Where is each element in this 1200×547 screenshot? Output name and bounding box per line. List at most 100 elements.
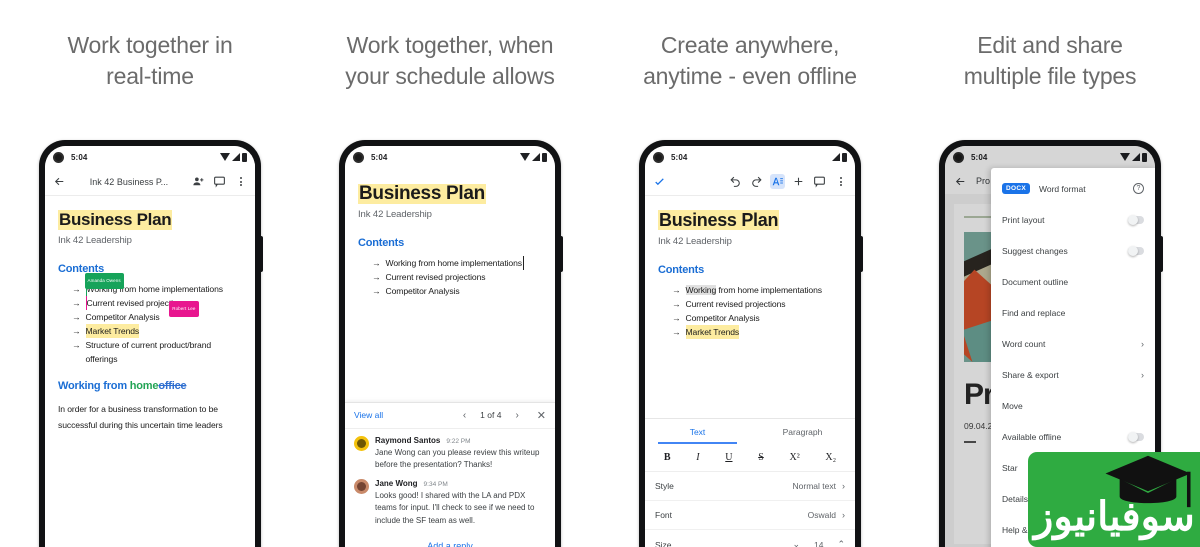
arrow-bullet-icon: → (672, 299, 681, 309)
document-title[interactable]: Ink 42 Business P... (73, 177, 185, 187)
arrow-bullet-icon: → (72, 326, 81, 336)
menu-item-share-and-export[interactable]: Share & export › (991, 359, 1155, 390)
row-font[interactable]: Font Oswald › (645, 501, 855, 530)
menu-item-label: Move (1002, 400, 1023, 411)
arrow-bullet-icon: → (672, 285, 681, 295)
menu-item-label: Available offline (1002, 431, 1062, 442)
menu-item-suggest-changes[interactable]: Suggest changes (991, 235, 1155, 266)
list-item-label: Amanda Owens Working from home implementa… (84, 273, 223, 296)
subscript-button[interactable]: X₂ (825, 452, 836, 463)
superscript-button[interactable]: X² (789, 452, 799, 463)
tab-paragraph[interactable]: Paragraph (750, 419, 855, 444)
view-all-button[interactable]: View all (354, 410, 383, 420)
list-item: → Competitor Analysis (672, 311, 842, 325)
checkmark-icon[interactable] (652, 174, 667, 189)
italic-button[interactable]: I (696, 452, 699, 463)
phone-mockup-2: 5:04 Business Plan Ink 42 Leadership Con… (339, 140, 563, 547)
menu-row-word-format[interactable]: DOCX Word format ? (991, 173, 1155, 204)
redo-icon[interactable] (749, 174, 764, 189)
menu-item-label: Find and replace (1002, 307, 1066, 318)
menu-item-move[interactable]: Move (991, 390, 1155, 421)
menu-row-control: › (1141, 339, 1144, 349)
arrow-bullet-icon: → (72, 340, 81, 350)
status-time: 5:04 (371, 152, 388, 162)
chevron-down-icon[interactable]: ⌄ (792, 539, 800, 547)
text-format-icon[interactable] (770, 174, 785, 189)
list-item: → Market Trends (672, 325, 842, 339)
chevron-right-icon: › (842, 481, 845, 491)
menu-row-control[interactable] (1128, 214, 1144, 225)
toggle-switch[interactable] (1128, 431, 1144, 442)
comment-body: Jane Wong can you please review this wri… (375, 447, 540, 470)
tab-indicator (657, 442, 738, 444)
chevron-right-icon: › (1141, 369, 1144, 380)
add-reply-button[interactable]: Add a reply (345, 534, 555, 547)
overflow-menu-icon[interactable] (833, 174, 848, 189)
chevron-left-icon[interactable]: ‹ (463, 410, 466, 421)
overflow-menu-icon[interactable] (233, 174, 248, 189)
tab-text[interactable]: Text (645, 419, 750, 444)
list-item-text: Working from home implementations (385, 256, 524, 270)
doc-heading-1: Business Plan (358, 183, 486, 204)
doc-contents-heading: Contents (658, 264, 705, 276)
promo-screenshot-strip: Work together in real-time 5:04 Ink 42 B… (0, 0, 1200, 547)
document-body[interactable]: Business Plan Ink 42 Leadership Contents… (45, 196, 255, 547)
menu-row-control[interactable] (1128, 431, 1144, 442)
signal-icon (832, 153, 840, 161)
menu-row-control[interactable] (1128, 245, 1144, 256)
row-style[interactable]: Style Normal text › (645, 472, 855, 501)
menu-item-available-offline[interactable]: Available offline (991, 421, 1155, 452)
undo-icon[interactable] (728, 174, 743, 189)
row-value: Oswald › (808, 510, 845, 520)
phone-mockup-1: 5:04 Ink 42 Business P... Business Plan … (39, 140, 263, 547)
list-item-text: Market Trends (685, 325, 740, 339)
camera-punch-hole (353, 151, 364, 163)
close-icon[interactable]: ✕ (537, 409, 546, 422)
comment-icon[interactable] (812, 174, 827, 189)
selected-word: Working (685, 285, 717, 295)
file-format-badge: DOCX (1002, 183, 1030, 194)
text-style-buttons: B I U S X² X₂ (645, 444, 855, 472)
phone-screen-2: 5:04 Business Plan Ink 42 Leadership Con… (345, 146, 555, 547)
card-collaborate-realtime: Work together in real-time 5:04 Ink 42 B… (0, 0, 300, 547)
doc-contents-list: → Amanda Owens Working from home implemen… (58, 273, 242, 366)
menu-item-word-count[interactable]: Word count › (991, 328, 1155, 359)
collaborator-tag: Amanda Owens (84, 273, 124, 289)
format-tabs: Text Paragraph (645, 419, 855, 444)
comment-header: Jane Wong 9:34 PM (375, 479, 546, 488)
bold-button[interactable]: B (664, 452, 671, 463)
list-item-label: Robert Lee Current revised projections (85, 296, 199, 317)
comment-time: 9:34 PM (423, 480, 448, 488)
add-person-icon[interactable] (191, 174, 206, 189)
menu-item-document-outline[interactable]: Document outline (991, 266, 1155, 297)
section-heading-deletion: office (158, 380, 187, 392)
collaborator-tag: Robert Lee (169, 301, 199, 317)
list-item-text: Market Trends (85, 324, 140, 338)
status-icons (832, 152, 847, 162)
card-title: Work together, when your schedule allows (345, 32, 555, 89)
toggle-switch[interactable] (1128, 214, 1144, 225)
back-arrow-icon[interactable] (52, 174, 67, 189)
plus-icon[interactable] (791, 174, 806, 189)
menu-item-find-and-replace[interactable]: Find and replace (991, 297, 1155, 328)
menu-item-label: Print layout (1002, 214, 1045, 225)
help-icon[interactable]: ? (1133, 183, 1144, 194)
list-item: → Competitor Analysis (72, 310, 242, 324)
toggle-switch[interactable] (1128, 245, 1144, 256)
list-item: → Current revised projections (672, 297, 842, 311)
chevron-up-icon[interactable]: ⌃ (837, 539, 845, 547)
strikethrough-button[interactable]: S (758, 452, 764, 463)
comment-icon[interactable] (212, 174, 227, 189)
status-icons (220, 152, 247, 162)
list-item-text: Competitor Analysis (85, 312, 160, 322)
menu-item-label: Suggest changes (1002, 245, 1068, 256)
wifi-icon (220, 153, 230, 161)
doc-paragraph: In order for a business transformation t… (58, 404, 223, 430)
phone-screen-1: 5:04 Ink 42 Business P... Business Plan … (45, 146, 255, 547)
avatar (354, 435, 369, 451)
row-size[interactable]: Size ⌄ 14 ⌃ (645, 530, 855, 547)
menu-item-print-layout[interactable]: Print layout (991, 204, 1155, 235)
chevron-right-icon[interactable]: › (515, 410, 518, 421)
size-value: 14 (813, 539, 824, 547)
underline-button[interactable]: U (725, 452, 732, 463)
